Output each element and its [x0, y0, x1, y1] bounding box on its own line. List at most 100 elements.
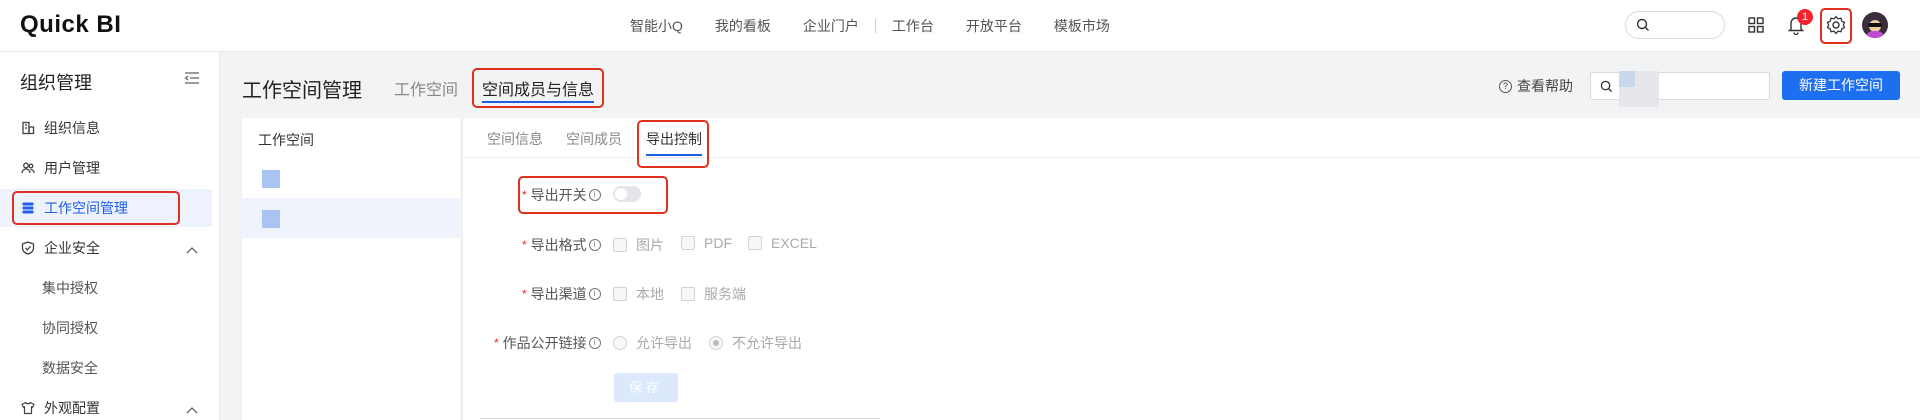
- shield-icon: [20, 240, 36, 256]
- sidebar-item-label: 用户管理: [44, 160, 100, 176]
- avatar[interactable]: [1862, 12, 1888, 38]
- subtab-label: 空间成员: [566, 131, 622, 147]
- option-label: 服务端: [704, 286, 746, 302]
- nav-item-my-dashboard[interactable]: 我的看板: [715, 16, 771, 36]
- export-channel-label: * 导出渠道 i: [522, 284, 601, 304]
- public-link-option-allow[interactable]: 允许导出: [613, 333, 692, 353]
- app-logo[interactable]: Quick BI: [20, 11, 121, 39]
- sidebar-item-collaborative-authorization[interactable]: 协同授权: [0, 309, 212, 347]
- info-icon: i: [588, 239, 601, 251]
- sidebar-item-enterprise-security[interactable]: 企业安全: [0, 229, 212, 267]
- tab-workspace[interactable]: 工作空间: [394, 76, 458, 100]
- option-label: 允许导出: [636, 335, 692, 351]
- format-option-image[interactable]: 图片: [613, 235, 664, 255]
- main-panel: 空间信息 空间成员 导出控制: [462, 118, 1920, 420]
- tab-label: 工作空间: [394, 82, 459, 99]
- checkbox[interactable]: [613, 238, 627, 252]
- sidebar-item-label: 组织信息: [44, 120, 100, 136]
- info-icon: i: [588, 337, 601, 349]
- search-icon: [1600, 80, 1613, 96]
- sidebar-item-appearance-config[interactable]: 外观配置: [0, 389, 212, 420]
- checkbox[interactable]: [748, 236, 762, 250]
- database-icon: [20, 200, 36, 216]
- collapse-sidebar-icon[interactable]: [184, 71, 200, 88]
- radio-button[interactable]: [613, 336, 627, 350]
- new-workspace-button[interactable]: 新建工作空间: [1782, 71, 1900, 100]
- sidebar-item-label: 企业安全: [44, 240, 100, 256]
- workspace-list-item[interactable]: [242, 198, 460, 238]
- subtab-export-control[interactable]: 导出控制: [646, 129, 702, 156]
- nav-divider: [874, 19, 876, 33]
- workspace-thumbnail: [262, 170, 280, 188]
- info-icon: i: [588, 189, 601, 201]
- sidebar-item-user-management[interactable]: 用户管理: [0, 149, 212, 187]
- export-switch-label: * 导出开关 i: [522, 185, 601, 205]
- workspace-search-input[interactable]: [1590, 71, 1770, 107]
- checkbox[interactable]: [681, 287, 695, 301]
- subtab-label: 导出控制: [646, 131, 702, 147]
- info-icon: i: [588, 288, 601, 300]
- workspace-list-item[interactable]: [242, 158, 460, 198]
- subtab-space-members[interactable]: 空间成员: [566, 129, 622, 149]
- top-bar: Quick BI 智能小Q 我的看板 企业门户 工作台 开放平台 模板市场 1: [0, 0, 1920, 52]
- workspace-list-title: 工作空间: [258, 132, 314, 148]
- sub-tab-bar: 空间信息 空间成员 导出控制: [463, 118, 1920, 158]
- format-option-excel[interactable]: EXCEL: [748, 235, 817, 251]
- option-label: PDF: [704, 235, 732, 251]
- help-link[interactable]: ? 查看帮助: [1499, 76, 1573, 96]
- tab-space-members-info[interactable]: 空间成员与信息: [482, 76, 595, 103]
- export-format-label: * 导出格式 i: [522, 235, 601, 255]
- subtab-space-info[interactable]: 空间信息: [487, 129, 543, 149]
- format-option-pdf[interactable]: PDF: [681, 235, 732, 251]
- help-label: 查看帮助: [1517, 78, 1573, 94]
- sidebar-item-label: 外观配置: [44, 400, 100, 416]
- sidebar-item-label: 工作空间管理: [44, 200, 128, 216]
- channel-option-server[interactable]: 服务端: [681, 284, 746, 304]
- public-link-label: * 作品公开链接 i: [494, 333, 601, 353]
- sidebar-item-label: 集中授权: [42, 280, 98, 296]
- label-text: 导出渠道: [530, 286, 587, 302]
- radio-button-selected[interactable]: [709, 336, 723, 350]
- page-title: 工作空间管理: [242, 80, 362, 102]
- label-text: 作品公开链接: [502, 335, 587, 351]
- sidebar-item-label: 数据安全: [42, 360, 98, 376]
- option-label: 本地: [636, 286, 664, 302]
- checkbox[interactable]: [681, 236, 695, 250]
- sidebar-item-central-authorization[interactable]: 集中授权: [0, 269, 212, 307]
- question-icon: ?: [1499, 79, 1512, 93]
- global-search[interactable]: [1625, 11, 1725, 39]
- users-icon: [20, 160, 36, 176]
- chevron-up-icon: [186, 401, 198, 417]
- sidebar: 组织管理 组织信息 用户管理 工作空间管理 企业安全 集中授权 协同授权 数据安…: [0, 52, 220, 420]
- active-tab-underline: [646, 154, 702, 156]
- workspace-list-panel: 工作空间: [242, 118, 460, 420]
- sidebar-item-data-security[interactable]: 数据安全: [0, 349, 212, 387]
- sidebar-item-org-info[interactable]: 组织信息: [0, 109, 212, 147]
- tab-label: 空间成员与信息: [482, 82, 595, 99]
- channel-option-local[interactable]: 本地: [613, 284, 664, 304]
- label-text: 导出开关: [530, 187, 587, 203]
- public-link-option-deny[interactable]: 不允许导出: [709, 333, 802, 353]
- notification-badge: 1: [1797, 9, 1813, 25]
- save-button[interactable]: 保存: [614, 373, 678, 402]
- export-switch-toggle[interactable]: [613, 186, 641, 202]
- sidebar-item-label: 协同授权: [42, 320, 98, 336]
- gear-icon[interactable]: [1824, 13, 1848, 37]
- nav-item-open-platform[interactable]: 开放平台: [966, 16, 1022, 36]
- nav-item-enterprise-portal[interactable]: 企业门户: [803, 16, 859, 36]
- sidebar-item-workspace-management[interactable]: 工作空间管理: [0, 189, 212, 227]
- sidebar-title: 组织管理: [20, 73, 92, 93]
- label-text: 导出格式: [530, 237, 587, 253]
- switch-knob: [615, 188, 627, 200]
- chevron-up-icon: [186, 241, 198, 257]
- building-icon: [20, 120, 36, 136]
- nav-item-template-market[interactable]: 模板市场: [1054, 16, 1110, 36]
- checkbox[interactable]: [613, 287, 627, 301]
- nav-item-smart-q[interactable]: 智能小Q: [630, 16, 683, 36]
- subtab-label: 空间信息: [487, 131, 543, 147]
- shirt-icon: [20, 400, 36, 416]
- workspace-thumbnail: [262, 210, 280, 228]
- nav-item-workbench[interactable]: 工作台: [892, 16, 934, 36]
- top-nav: 智能小Q 我的看板 企业门户 工作台 开放平台 模板市场: [630, 16, 1142, 36]
- apps-grid-icon[interactable]: [1744, 13, 1768, 37]
